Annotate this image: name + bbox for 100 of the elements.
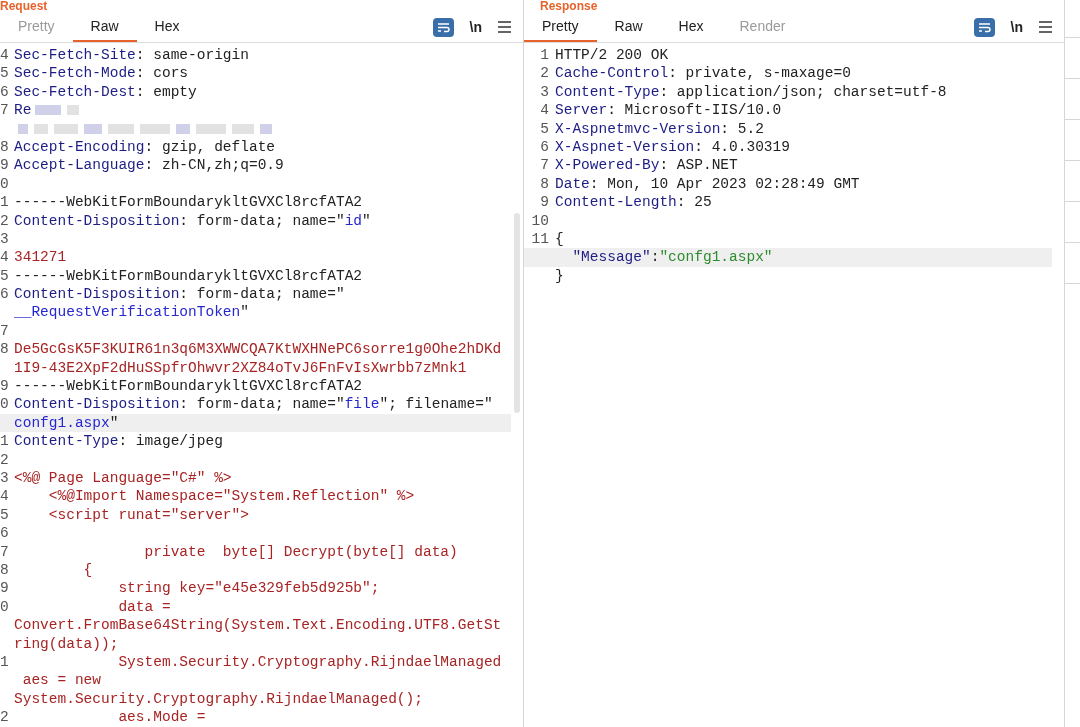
code-line: private byte[] Decrypt(byte[] data) — [143, 542, 458, 561]
code-line: ------WebKitFormBoundarykltGVXCl8rcfATA2 — [14, 193, 363, 212]
code-line: aes.Mode = — [117, 708, 206, 727]
code-line: Content-Disposition: form-data; name="file"; filename=" — [14, 395, 493, 414]
code-line: X-Aspnetmvc-Version: 5.2 — [555, 119, 764, 138]
code-line: Cache-Control: private, s-maxage=0 — [555, 64, 851, 83]
code-line: Server: Microsoft-IIS/10.0 — [555, 101, 782, 120]
line-number: 5 — [0, 65, 9, 82]
code-line: Convert.FromBase64String(System.Text.Encoding.UTF8.GetSt — [14, 616, 502, 635]
code-line: "Message":"confg1.aspx" — [571, 248, 773, 267]
line-number: 2 — [0, 451, 9, 468]
line-number: 8 — [540, 175, 549, 192]
code-line: string key="e45e329feb5d925b"; — [117, 579, 380, 598]
code-line: ------WebKitFormBoundarykltGVXCl8rcfATA2 — [14, 377, 363, 396]
code-line: Re — [14, 101, 32, 120]
panel-title: Request — [0, 0, 49, 12]
line-number: 6 — [0, 525, 9, 542]
menu-button[interactable] — [1039, 21, 1052, 33]
code-line: Sec-Fetch-Dest: empty — [14, 82, 197, 102]
line-number: 5 — [0, 267, 9, 284]
line-number: 1 — [0, 433, 9, 450]
line-number: 9 — [0, 157, 9, 174]
wrap-icon — [436, 21, 450, 33]
code-line: De5GcGsK5F3KUIR61n3q6M3XWWCQA7KtWXHNePC6sorre1g0Ohe2hDKd — [14, 340, 502, 359]
code-line: X-Aspnet-Version: 4.0.30319 — [555, 137, 790, 157]
code-line: System.Security.Cryptography.RijndaelManaged — [117, 652, 502, 672]
line-number: 7 — [540, 157, 549, 174]
code-line: Content-Type: image/jpeg — [14, 432, 223, 451]
code-line: ring(data)); — [14, 634, 119, 653]
code-line: <%@ Page Language="C#" %> — [14, 469, 232, 488]
line-number: 5 — [0, 506, 9, 523]
menu-button[interactable] — [498, 21, 511, 33]
wrap-button[interactable] — [973, 17, 995, 37]
code-line: Sec-Fetch-Mode: cors — [14, 64, 189, 83]
line-number: 4 — [0, 249, 9, 266]
code-line: System.Security.Cryptography.RijndaelManaged(); — [14, 689, 423, 709]
line-number: 5 — [540, 120, 549, 137]
line-number: 8 — [0, 138, 9, 155]
line-number: 8 — [0, 341, 9, 358]
line-number: 2 — [0, 709, 9, 726]
line-number: 6 — [0, 286, 9, 303]
code-line: Date: Mon, 10 Apr 2023 02:28:49 GMT — [555, 174, 860, 194]
line-number: 3 — [540, 83, 549, 100]
code-line: Content-Disposition: form-data; name="id" — [14, 211, 371, 230]
code-line: confg1.aspx" — [14, 413, 119, 433]
code-line: Content-Length: 25 — [555, 193, 712, 212]
line-number: 4 — [0, 488, 9, 505]
panel-title: Response — [539, 0, 599, 12]
code-line: __RequestVerificationToken" — [14, 303, 249, 322]
line-number: 11 — [531, 230, 549, 247]
newline-toggle[interactable]: \n — [469, 19, 482, 35]
code-line: Content-Disposition: form-data; name=" — [14, 285, 345, 304]
line-number: 4 — [0, 47, 9, 63]
line-number: 3 — [0, 230, 9, 247]
code-line: Content-Type: application/json; charset=utf-8 — [555, 82, 947, 102]
code-line: aes = new — [21, 671, 101, 690]
line-number: 7 — [0, 102, 9, 119]
line-number: 6 — [0, 83, 9, 100]
newline-toggle[interactable]: \n — [1010, 19, 1023, 35]
line-number: 7 — [0, 322, 9, 339]
scrollbar[interactable] — [514, 213, 520, 413]
code-line: <%@Import Namespace="System.Reflection" %> — [47, 487, 415, 506]
code-line: 341271 — [14, 248, 67, 267]
line-number: 9 — [0, 580, 9, 597]
line-number: 6 — [540, 138, 549, 155]
wrap-icon — [977, 21, 991, 33]
code-line: X-Powered-By: ASP.NET — [555, 156, 738, 175]
line-number: 0 — [0, 396, 9, 413]
code-line: <script runat="server"> — [47, 505, 249, 525]
code-line: Accept-Encoding: gzip, deflate — [14, 137, 276, 157]
line-number: 10 — [531, 212, 549, 229]
view-tab[interactable]: Raw — [72, 12, 137, 42]
view-tab[interactable]: Hex — [660, 12, 722, 42]
code-line: 1I9-43E2XpF2dHuSSpfrOhwvr2XZ84oTvJ6FnFvIsXwrbb7zMnk1 — [14, 358, 467, 378]
line-number: 0 — [0, 598, 9, 615]
code-line: ------WebKitFormBoundarykltGVXCl8rcfATA2 — [14, 266, 363, 286]
line-number: 1 — [0, 194, 9, 211]
line-number: 9 — [0, 378, 9, 395]
line-number: 1 — [540, 47, 549, 63]
code-line: Accept-Language: zh-CN,zh;q=0.9 — [14, 156, 284, 175]
line-number: 2 — [0, 212, 9, 229]
wrap-button[interactable] — [432, 17, 454, 37]
line-number: 4 — [540, 102, 549, 119]
menu-icon — [498, 21, 511, 33]
line-number: 8 — [0, 561, 9, 578]
code-line: Sec-Fetch-Site: same-origin — [14, 46, 249, 65]
view-tab[interactable]: Pretty — [524, 12, 597, 42]
code-line: data = — [117, 597, 171, 617]
line-number: 3 — [0, 470, 9, 486]
line-number: 9 — [540, 194, 549, 211]
code-line: { — [82, 560, 93, 580]
code-line: HTTP/2 200 OK — [555, 46, 669, 65]
view-tab[interactable]: Hex — [136, 12, 198, 42]
line-number: 7 — [0, 543, 9, 560]
view-tab[interactable]: Raw — [596, 12, 661, 42]
line-number: 0 — [0, 175, 9, 192]
menu-icon — [1039, 21, 1052, 33]
line-number: 2 — [540, 65, 549, 82]
line-number: 1 — [0, 653, 9, 670]
code-line: { — [555, 229, 564, 249]
